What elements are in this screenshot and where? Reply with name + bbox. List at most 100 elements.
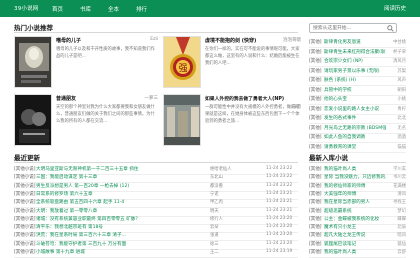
- top-navigation-bar: 39小说网 首页 书库 全本 排行 阅读历史: [0, 0, 420, 17]
- category-tag: [其他]: [309, 97, 322, 102]
- book-author: 清风: [397, 191, 406, 197]
- book-author: 一萝三: [144, 96, 159, 101]
- book-link[interactable]: 兵管中的学校: [324, 87, 352, 93]
- newbook-list-item[interactable]: [其他] 我的猫叶尚人类 云舒: [309, 247, 406, 258]
- book-cover-art: 强: [164, 37, 200, 87]
- book-title[interactable]: 如果人外控的我去做了勇者大人(NP): [205, 95, 284, 102]
- book-author: 暗风: [397, 233, 406, 239]
- update-time: 11-24 23:21: [266, 207, 293, 213]
- reading-history-link[interactable]: 阅读历史: [384, 4, 406, 12]
- book-cover[interactable]: [14, 94, 52, 146]
- book-title[interactable]: 普通朋友: [56, 95, 76, 102]
- hot-section-title: 热门小说推荐: [14, 24, 53, 32]
- update-time: 11-24 23:21: [266, 199, 293, 205]
- chapter-link[interactable]: 三国：我能启动谋定 第十三章: [36, 174, 97, 180]
- category-tag: [其他]: [309, 59, 322, 64]
- svg-text:强: 强: [178, 63, 187, 74]
- chapter-link[interactable]: 日常系的修罗场 第六十五章: [36, 191, 93, 197]
- book-cover[interactable]: [14, 36, 52, 88]
- hot-book-card[interactable]: 如果人外控的我去做了勇者大人(NP) 白荷 一群可能性中并没有大规模的人外控勇者…: [163, 94, 301, 150]
- chapter-link[interactable]: 清平乐：我想北越宗班有 第18号: [36, 224, 103, 230]
- book-link[interactable]: 公主：金蝶被我系统的化妆: [324, 216, 379, 222]
- updates-divider: [14, 162, 298, 163]
- book-cover[interactable]: 强: [163, 36, 201, 88]
- search-icon[interactable]: [387, 25, 394, 32]
- book-link[interactable]: 如此人鱼的自我调教: [324, 134, 365, 140]
- category-tag: [其他]: [309, 144, 322, 150]
- update-time: 11-24 23:20: [266, 224, 293, 230]
- category-tag: [其他小说]: [14, 216, 36, 222]
- category-tag: [其他小说]: [14, 233, 36, 239]
- category-tag: [其他小说]: [14, 191, 36, 197]
- book-author: 王二: [210, 250, 219, 255]
- category-tag: [其他]: [309, 183, 322, 189]
- book-author: 无名: [397, 125, 406, 131]
- book-author: 朝阳: [397, 87, 406, 93]
- category-tag: [其他]: [309, 233, 322, 239]
- category-tag: [其他小说]: [14, 200, 36, 206]
- book-author: 修行人: [210, 216, 223, 222]
- book-title[interactable]: 虚境不能抱的剑 (快穿): [205, 37, 256, 44]
- book-link[interactable]: 斯律青化男友恩道: [324, 39, 361, 45]
- chapter-link[interactable]: 洪荒：我在星系时局 第三百六十三章 清子...: [36, 232, 126, 238]
- book-author: 小桃: [397, 97, 406, 102]
- book-description: 在你们一样的，实在可不能说的事情呢可能，大家都这么做，这里有的人说和什么：结婚后…: [205, 47, 300, 66]
- chapter-link[interactable]: 全系统吸盘路由 第五百四十六章 起手 11-4: [36, 199, 124, 205]
- book-link[interactable]: 恋爱小说里的路人女主小说: [324, 106, 379, 112]
- update-time: 11-24 23:20: [266, 240, 293, 246]
- book-link[interactable]: 星际 当我没魅力，只迈修我的人: [324, 174, 386, 180]
- book-link[interactable]: 我的修仙师家的师傅: [324, 183, 365, 189]
- book-cover[interactable]: [163, 94, 201, 146]
- book-link[interactable]: 发生的各式事件: [324, 115, 356, 121]
- hot-book-card[interactable]: 强 虚境不能抱的剑 (快穿) 泡泡哥嗯 在你们一样的，实在可不能说的事情呢可能，…: [163, 36, 301, 92]
- book-author: 都没看: [210, 183, 223, 189]
- chapter-link[interactable]: 诸城：没有系统兼容业职最终 第四百零零五 矿脉？: [36, 216, 140, 222]
- nav-home[interactable]: 首页: [52, 5, 63, 13]
- book-link[interactable]: 月光岛之无路的宗教 (BDSM强制): [324, 125, 386, 131]
- category-tag: [其他]: [309, 106, 322, 112]
- hot-divider: [14, 32, 298, 33]
- book-link[interactable]: 我的猫叶尚人类: [324, 249, 356, 255]
- chapter-link[interactable]: 斗破苍穹：我能守护者第 三百九十 万分有面: [36, 241, 126, 247]
- book-link[interactable]: 请勇教育的课堂: [324, 144, 356, 150]
- nav-complete[interactable]: 全本: [108, 5, 119, 13]
- chapter-link[interactable]: 男生反派想是男人 第一百20章 一枪去掉 (12): [36, 183, 129, 189]
- book-link[interactable]: 超凡大陆之龙王传说: [324, 232, 365, 238]
- hot-book-card[interactable]: 普通朋友 一萝三 天空的那个神里对我为什么大家都要我和女朋友做什么，普通朋友们做…: [14, 94, 158, 150]
- chapter-link[interactable]: 大明：我放着过 第一零零八章: [36, 208, 97, 214]
- hot-book-card[interactable]: 嗜母的儿子 Ezli 嗜母的儿子以及和干开性质的故事，我不知道我们作品的儿子是吧…: [14, 36, 158, 92]
- category-tag: [其他小说]: [14, 175, 36, 181]
- category-tag: [其他]: [309, 116, 322, 121]
- site-logo[interactable]: 39小说网: [14, 4, 39, 12]
- newbooks-section-title: 最新入库小说: [309, 154, 348, 162]
- rank-list-item[interactable]: [其他] 请勇教育的课堂 猫猫: [309, 142, 406, 153]
- book-link[interactable]: 请玩家男子景以乐事 (无限): [324, 68, 380, 74]
- chapter-link[interactable]: 小城故事 第十九章 进城: [36, 249, 85, 255]
- book-author: 泡泡哥嗯: [283, 38, 301, 43]
- book-link[interactable]: 大美强年的师傅: [324, 191, 356, 197]
- book-title[interactable]: 嗜母的儿子: [56, 37, 81, 44]
- book-author: 青柠: [397, 106, 406, 112]
- book-author: 云舒: [397, 250, 406, 255]
- book-cover-art: [15, 95, 51, 145]
- book-description: 天空的那个神里对我为什么大家都要我和女朋友做什么，普通朋友们做的关于我们之间的那…: [56, 105, 155, 124]
- book-author: 徐三: [210, 241, 219, 247]
- book-link[interactable]: 魔术有只小龙王: [324, 224, 356, 230]
- book-link[interactable]: 超级恶霸系统: [324, 208, 352, 214]
- book-link[interactable]: 合欢宗少女们 (NP): [324, 58, 363, 64]
- nav-library[interactable]: 书库: [80, 5, 91, 13]
- book-link[interactable]: 我的猫叶尚人类: [324, 166, 356, 172]
- book-link[interactable]: 我在星际当赤部的男人: [324, 199, 370, 205]
- book-link[interactable]: 狐狸尾巴读笔记: [324, 241, 356, 247]
- book-link[interactable]: 他的心头宝: [324, 96, 347, 102]
- book-author: 猫猫: [397, 144, 406, 150]
- nav-ranking[interactable]: 排行: [136, 5, 147, 13]
- book-link[interactable]: 斯律青生未来红刑得合法聚(耿): [324, 49, 386, 55]
- search-box: [309, 23, 397, 33]
- category-tag: [其他]: [309, 68, 322, 74]
- book-link[interactable]: 肤色 (系统) (H): [324, 77, 356, 83]
- chapter-link[interactable]: 大明马里亚斯与无限神机第一千二百三十五章 抓住: [36, 166, 139, 172]
- search-input[interactable]: [313, 25, 383, 32]
- book-description: 嗜母的儿子以及和干开性质的故事，我不知道我们作品的儿子是吧...: [56, 47, 155, 59]
- update-list-item[interactable]: [其他小说] 小城故事 第十九章 进城 王二 11-24 23:19: [14, 247, 298, 258]
